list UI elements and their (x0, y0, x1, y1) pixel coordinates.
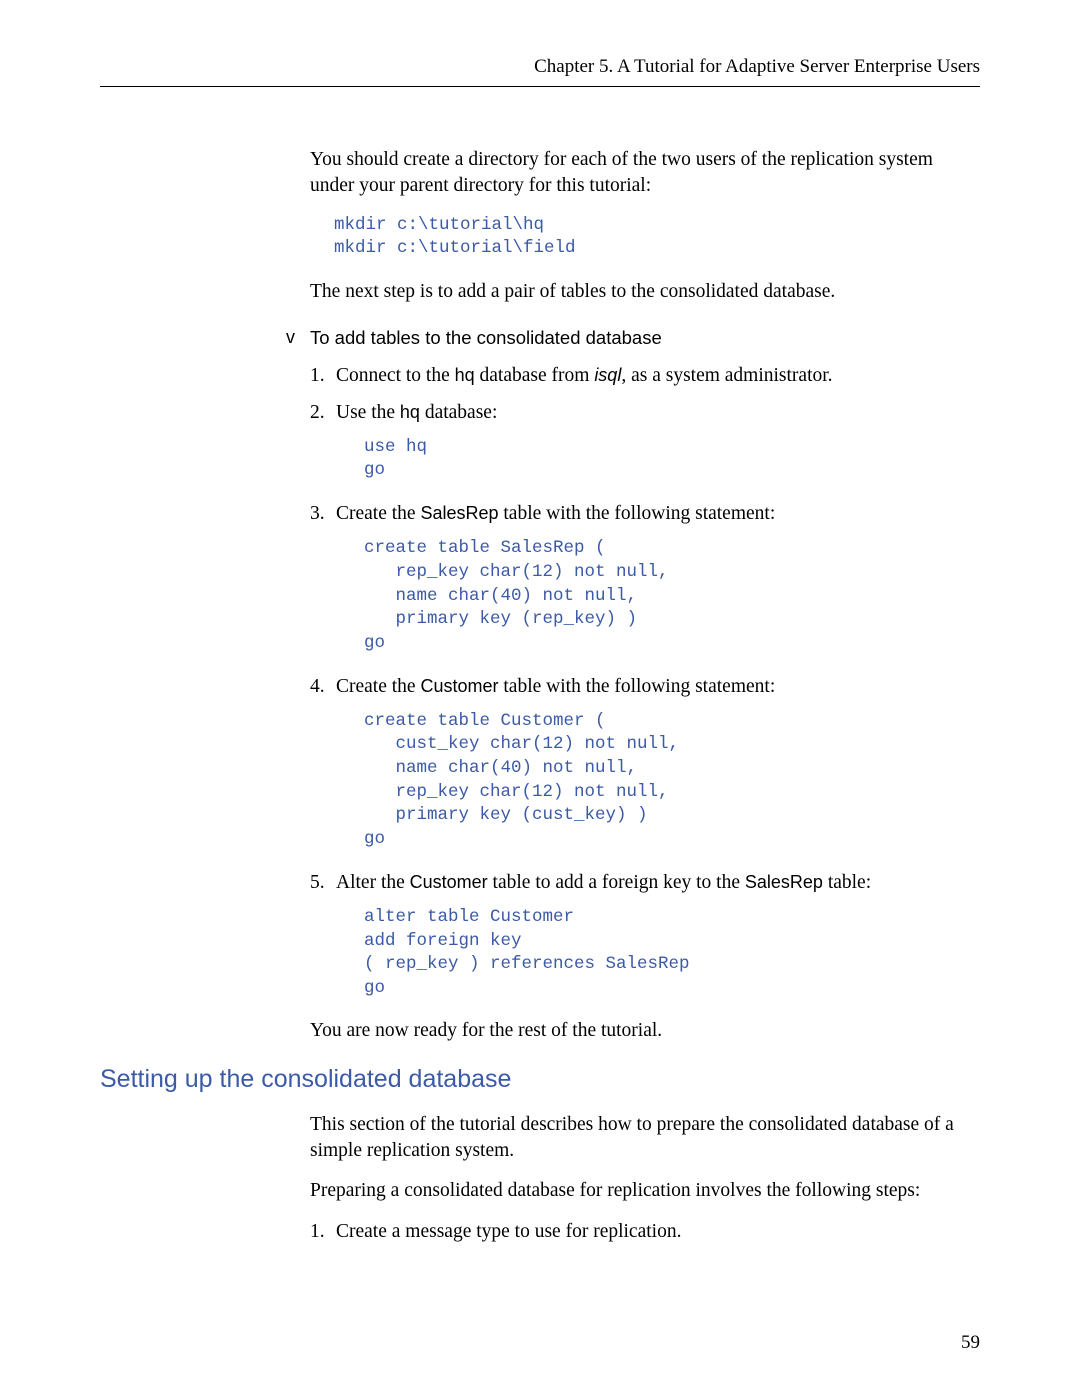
code-mkdir: mkdir c:\tutorial\hq mkdir c:\tutorial\f… (334, 214, 980, 261)
step-number: 5. (310, 870, 336, 896)
section-para-1: This section of the tutorial describes h… (310, 1112, 980, 1165)
text-fragment: table with the following statement: (499, 503, 776, 524)
intro-paragraph: You should create a directory for each o… (310, 147, 980, 200)
text-fragment: Create the (336, 676, 420, 697)
step-number: 4. (310, 674, 336, 700)
text-fragment: Create the (336, 503, 420, 524)
step-text: Create a message type to use for replica… (336, 1219, 980, 1245)
table-name: Customer (420, 676, 498, 696)
text-fragment: , as a system administrator. (621, 365, 832, 386)
procedure-heading-row: v To add tables to the consolidated data… (310, 327, 980, 349)
page-content: Chapter 5. A Tutorial for Adaptive Serve… (0, 0, 1080, 1295)
step-number: 1. (310, 363, 336, 389)
main-content: You should create a directory for each o… (310, 147, 980, 1045)
text-fragment: Connect to the (336, 365, 455, 386)
step-number: 1. (310, 1219, 336, 1245)
db-name: hq (455, 365, 475, 385)
table-name: SalesRep (745, 872, 823, 892)
step-4: 4. Create the Customer table with the fo… (310, 674, 980, 700)
code-create-salesrep: create table SalesRep ( rep_key char(12)… (364, 537, 980, 655)
procedure-title: To add tables to the consolidated databa… (310, 327, 662, 349)
section-heading: Setting up the consolidated database (100, 1065, 980, 1094)
text-fragment: table with the following statement: (499, 676, 776, 697)
code-use-hq: use hq go (364, 436, 980, 483)
page-header: Chapter 5. A Tutorial for Adaptive Serve… (100, 56, 980, 87)
step-text: Use the hq database: (336, 400, 980, 426)
text-fragment: database: (420, 402, 497, 423)
section-step-1: 1. Create a message type to use for repl… (310, 1219, 980, 1245)
closing-paragraph: You are now ready for the rest of the tu… (310, 1018, 980, 1044)
section-para-2: Preparing a consolidated database for re… (310, 1178, 980, 1204)
tool-name: isql (594, 365, 621, 385)
step-1: 1. Connect to the hq database from isql,… (310, 363, 980, 389)
step-5: 5. Alter the Customer table to add a for… (310, 870, 980, 896)
section-content: This section of the tutorial describes h… (310, 1112, 980, 1245)
step-3: 3. Create the SalesRep table with the fo… (310, 501, 980, 527)
text-fragment: table to add a foreign key to the (488, 872, 745, 893)
text-fragment: Alter the (336, 872, 410, 893)
text-fragment: Use the (336, 402, 400, 423)
step-2: 2. Use the hq database: (310, 400, 980, 426)
step-number: 2. (310, 400, 336, 426)
step-text: Create the SalesRep table with the follo… (336, 501, 980, 527)
step-text: Alter the Customer table to add a foreig… (336, 870, 980, 896)
procedure-bullet: v (286, 327, 310, 349)
db-name: hq (400, 402, 420, 422)
after-mkdir-paragraph: The next step is to add a pair of tables… (310, 279, 980, 305)
step-text: Connect to the hq database from isql, as… (336, 363, 980, 389)
code-create-customer: create table Customer ( cust_key char(12… (364, 710, 980, 852)
step-text: Create the Customer table with the follo… (336, 674, 980, 700)
code-alter-customer: alter table Customer add foreign key ( r… (364, 906, 980, 1001)
table-name: Customer (410, 872, 488, 892)
table-name: SalesRep (420, 503, 498, 523)
text-fragment: database from (475, 365, 595, 386)
procedure-steps: 1. Connect to the hq database from isql,… (310, 363, 980, 1000)
page-number: 59 (961, 1332, 980, 1354)
step-number: 3. (310, 501, 336, 527)
text-fragment: table: (823, 872, 871, 893)
